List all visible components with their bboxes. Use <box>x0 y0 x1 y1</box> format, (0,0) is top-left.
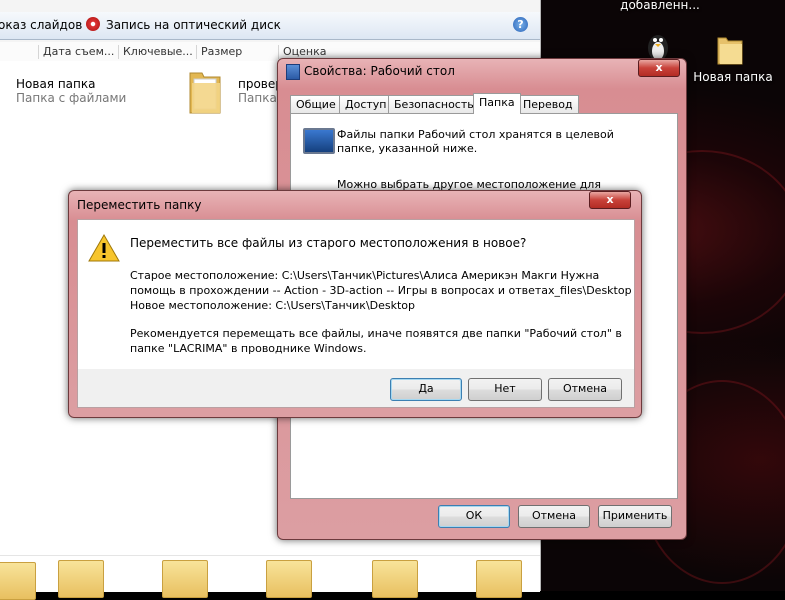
info-text: Файлы папки Рабочий стол хранятся в целе… <box>337 128 614 155</box>
yes-button[interactable]: Да <box>390 378 462 401</box>
new-location-line: Новое местоположение: C:\Users\Танчик\De… <box>130 299 416 312</box>
desktop-item-label[interactable]: добавленн... <box>620 0 700 12</box>
properties-title: Свойства: Рабочий стол <box>304 64 455 78</box>
close-button[interactable]: x <box>638 59 680 77</box>
tab-translate[interactable]: Перевод <box>517 95 579 113</box>
folder-icon[interactable] <box>716 32 744 66</box>
desktop-icon <box>303 128 335 154</box>
folder-thumbnail[interactable] <box>162 560 208 598</box>
help-icon[interactable]: ? <box>513 17 528 32</box>
tab-folder[interactable]: Папка <box>473 93 521 114</box>
tab-security[interactable]: Безопасность <box>388 95 480 113</box>
old-location-line: помощь в прохождении -- Action - 3D-acti… <box>130 284 632 297</box>
recommendation-line: Рекомендуется перемещать все файлы, инач… <box>130 327 622 340</box>
cancel-button[interactable]: Отмена <box>518 505 590 528</box>
desktop-folder-label[interactable]: Новая папка <box>693 70 773 84</box>
folder-thumbnail[interactable] <box>372 560 418 598</box>
old-location-text: Старое местоположение: C:\Users\Танчик\P… <box>130 268 632 313</box>
list-item[interactable]: Новая папка Папка с файлами <box>16 77 126 105</box>
slideshow-button[interactable]: оказ слайдов <box>0 18 82 32</box>
tab-general[interactable]: Общие <box>290 95 342 113</box>
burn-disc-button[interactable]: Запись на оптический диск <box>106 18 281 32</box>
thumbnail-row <box>0 555 540 600</box>
explorer-toolbar: оказ слайдов Запись на оптический диск ? <box>0 12 540 40</box>
folder-thumbnail[interactable] <box>58 560 104 598</box>
folder-icon[interactable] <box>188 69 222 115</box>
no-button[interactable]: Нет <box>468 378 542 401</box>
apply-button[interactable]: Применить <box>598 505 672 528</box>
window-icon <box>286 64 300 80</box>
column-date[interactable]: Дата съем... <box>38 45 114 59</box>
disc-icon <box>86 17 100 31</box>
column-size[interactable]: Размер <box>196 45 242 59</box>
move-folder-dialog: Переместить папку x Переместить все файл… <box>68 190 642 418</box>
dialog-button-bar: Да Нет Отмена <box>77 369 635 408</box>
column-keywords[interactable]: Ключевые... <box>118 45 193 59</box>
folder-thumbnail[interactable] <box>0 562 36 600</box>
dialog-cancel-button[interactable]: Отмена <box>548 378 622 401</box>
folder-thumbnail[interactable] <box>476 560 522 598</box>
column-rating[interactable]: Оценка <box>278 45 327 59</box>
dialog-close-button[interactable]: x <box>589 191 631 209</box>
dialog-question: Переместить все файлы из старого местопо… <box>130 236 527 250</box>
ok-button[interactable]: ОК <box>438 505 510 528</box>
item-name: Новая папка <box>16 77 96 91</box>
dialog-body: Переместить все файлы из старого местопо… <box>77 219 635 371</box>
item-type: Папка с файлами <box>16 91 127 105</box>
warning-icon <box>88 233 120 262</box>
recommendation-text: Рекомендуется перемещать все файлы, инач… <box>130 326 622 356</box>
old-location-line: Старое местоположение: C:\Users\Танчик\P… <box>130 269 600 282</box>
tab-sharing[interactable]: Доступ <box>339 95 393 113</box>
dialog-title: Переместить папку <box>77 198 202 212</box>
folder-thumbnail[interactable] <box>266 560 312 598</box>
recommendation-line: папке "LACRIMA" в проводнике Windows. <box>130 342 367 355</box>
